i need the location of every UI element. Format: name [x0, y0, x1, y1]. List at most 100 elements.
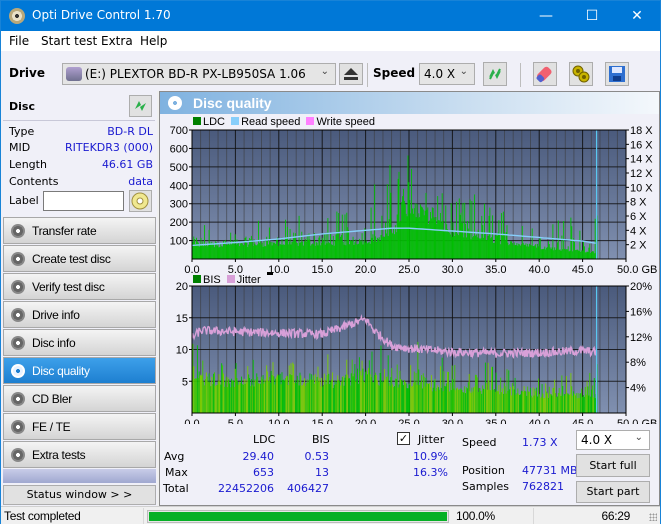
bar — [538, 378, 539, 413]
bar — [396, 364, 398, 413]
bar — [583, 241, 584, 259]
bar — [556, 397, 557, 413]
bar — [277, 375, 279, 413]
bar — [390, 377, 392, 413]
bar — [502, 211, 504, 259]
status-window-button[interactable]: Status window > > — [3, 485, 156, 505]
bar — [295, 383, 297, 413]
drive-select-value: (E:) PLEXTOR BD-R PX-LB950SA 1.06 — [85, 67, 306, 81]
bar — [464, 202, 466, 259]
bar — [266, 365, 268, 413]
start-part-button[interactable]: Start part — [576, 481, 650, 503]
refresh-icon — [135, 101, 146, 111]
bar — [261, 379, 263, 413]
bar — [213, 243, 215, 259]
nav-fe-te[interactable]: FE / TE — [3, 413, 156, 440]
bar — [488, 215, 490, 259]
bar — [510, 241, 512, 259]
disc-mid-value: RITEKDR3 (000) — [65, 141, 153, 154]
bar — [203, 246, 205, 259]
bar — [286, 238, 287, 259]
menu-file[interactable]: File — [9, 34, 29, 48]
menu-start-test[interactable]: Start test — [41, 34, 97, 48]
bar — [418, 369, 420, 413]
bar — [348, 229, 350, 259]
bar — [541, 384, 543, 413]
bis-chart: 5 10 15 20 4% 8% 12% 16% 20% 0.0 5.0 10.0 15.0 20.0 25… — [176, 281, 658, 424]
bar — [271, 375, 273, 413]
disc-info: Type BD-R DL MID RITEKDR3 (000) Length 46.6… — [3, 121, 155, 221]
disc-refresh-button[interactable] — [129, 95, 152, 117]
bar — [373, 241, 375, 259]
resize-grip[interactable] — [649, 513, 657, 521]
bar — [195, 243, 197, 259]
settings-button[interactable] — [569, 62, 593, 86]
bar — [538, 239, 540, 259]
disc-label-button[interactable] — [129, 190, 152, 212]
disc-mid-label: MID — [9, 141, 31, 154]
nav-disc-quality[interactable]: Disc quality — [3, 357, 156, 384]
menu-extra[interactable]: Extra — [101, 34, 133, 48]
bar — [574, 393, 575, 413]
bar — [239, 246, 241, 259]
eject-button[interactable] — [339, 63, 363, 85]
bar — [212, 384, 214, 413]
menu-help[interactable]: Help — [140, 34, 167, 48]
speed-select[interactable]: 4.0 X ⌄ — [419, 63, 475, 85]
bar — [299, 372, 301, 413]
maximize-button[interactable]: ☐ — [569, 1, 615, 31]
bar — [563, 395, 565, 413]
start-full-button[interactable]: Start full — [576, 454, 650, 477]
bar — [456, 201, 458, 259]
nav-create-test-disc[interactable]: Create test disc — [3, 245, 156, 272]
stats-avg-label: Avg — [164, 450, 185, 463]
nav-disc-info[interactable]: Disc info — [3, 329, 156, 356]
bar — [520, 390, 522, 413]
disc-tool-icon — [11, 224, 25, 238]
bar — [543, 248, 545, 259]
y-right-tick-label: 10 X — [630, 182, 653, 194]
bar — [277, 374, 278, 413]
test-speed-select[interactable]: 4.0 X ⌄ — [576, 430, 650, 450]
bar — [289, 228, 291, 259]
bar — [501, 213, 503, 259]
bar — [245, 236, 247, 259]
bar — [292, 241, 294, 259]
nav-cd-bler[interactable]: CD Bler — [3, 385, 156, 412]
bar — [529, 391, 530, 413]
bar — [535, 244, 537, 259]
minimize-button[interactable]: — — [523, 1, 569, 31]
bar — [412, 382, 414, 413]
bar — [430, 387, 431, 413]
nav-spacer — [3, 469, 156, 483]
bar — [537, 396, 539, 413]
erase-button[interactable] — [533, 62, 557, 86]
drive-select[interactable]: (E:) PLEXTOR BD-R PX-LB950SA 1.06 ⌄ — [62, 63, 336, 85]
bar — [232, 380, 234, 413]
bar — [493, 242, 494, 259]
bar — [554, 247, 556, 259]
nav-extra-tests[interactable]: Extra tests — [3, 441, 156, 468]
bar — [402, 381, 404, 413]
save-button[interactable] — [605, 62, 629, 86]
bar — [454, 235, 456, 259]
nav-verify-test-disc[interactable]: Verify test disc — [3, 273, 156, 300]
x-tick-label: 40.0 — [528, 418, 549, 424]
bar — [503, 382, 505, 413]
nav-transfer-rate[interactable]: Transfer rate — [3, 217, 156, 244]
bar — [243, 245, 245, 259]
refresh-button[interactable] — [483, 62, 507, 86]
disc-label-input[interactable] — [43, 191, 124, 211]
bar — [358, 243, 359, 259]
nav-drive-info[interactable]: Drive info — [3, 301, 156, 328]
stats-max-ldc: 653 — [253, 466, 274, 479]
legend-marker — [266, 272, 273, 275]
chevron-down-icon: ⌄ — [634, 432, 643, 443]
bar — [254, 243, 256, 259]
close-button[interactable]: ✕ — [614, 1, 660, 31]
bar — [332, 235, 334, 259]
bar — [395, 379, 397, 413]
bar — [396, 214, 398, 259]
bar — [260, 244, 262, 259]
jitter-checkbox[interactable]: ✓ — [397, 432, 410, 445]
